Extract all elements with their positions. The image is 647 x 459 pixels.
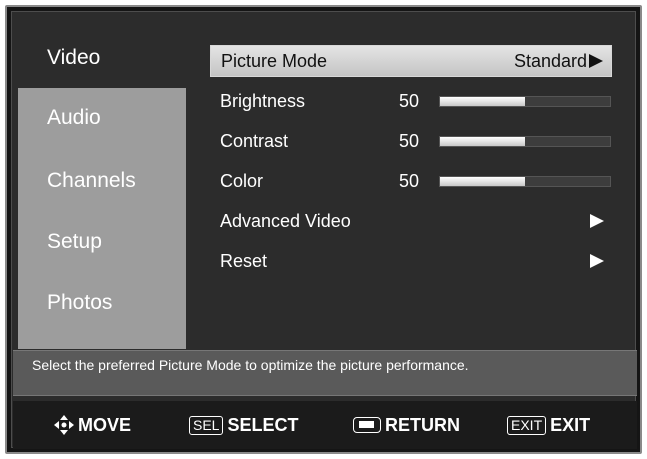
color-label: Color bbox=[220, 170, 264, 191]
sidebar-item-label: Audio bbox=[47, 106, 101, 129]
contrast-slider-fill bbox=[440, 136, 525, 146]
brightness-slider-fill bbox=[440, 96, 525, 106]
help-text: Select the preferred Picture Mode to opt… bbox=[32, 357, 469, 373]
picture-mode-value: Standard bbox=[513, 50, 587, 71]
sidebar-item-channels[interactable]: Channels bbox=[18, 151, 186, 211]
move-arrows-icon bbox=[54, 415, 74, 435]
sidebar-item-audio[interactable]: Audio bbox=[18, 88, 186, 148]
exit-key-icon: EXIT bbox=[507, 415, 547, 435]
reset-label: Reset bbox=[220, 250, 268, 271]
video-settings-panel: Picture Mode Standard Brightness 50 Cont… bbox=[186, 28, 626, 349]
contrast-slider[interactable] bbox=[439, 135, 611, 147]
arrow-right-icon bbox=[589, 54, 603, 68]
sidebar-item-label: Photos bbox=[47, 291, 113, 314]
picture-mode-selector[interactable]: Standard bbox=[514, 51, 603, 72]
return-hint: RETURN bbox=[353, 401, 460, 449]
arrow-right-icon bbox=[590, 214, 604, 228]
sidebar-item-label: Channels bbox=[47, 169, 136, 192]
exit-label: EXIT bbox=[550, 414, 591, 435]
footer-key-legend: MOVE SEL SELECT RETURN EXIT EXIT bbox=[13, 401, 637, 449]
sidebar-item-label: Setup bbox=[47, 230, 102, 253]
picture-mode-label: Picture Mode bbox=[221, 50, 328, 71]
move-label: MOVE bbox=[78, 414, 132, 435]
return-key-icon bbox=[353, 417, 381, 433]
color-slider[interactable] bbox=[439, 175, 611, 187]
return-label: RETURN bbox=[385, 414, 460, 435]
brightness-row[interactable]: Brightness 50 bbox=[210, 85, 612, 117]
arrow-right-icon bbox=[590, 254, 604, 268]
help-text-bar: Select the preferred Picture Mode to opt… bbox=[13, 350, 637, 396]
select-label: SELECT bbox=[227, 414, 299, 435]
reset-row[interactable]: Reset bbox=[210, 245, 612, 277]
contrast-label: Contrast bbox=[220, 130, 289, 151]
sidebar-item-label: Video bbox=[47, 46, 101, 69]
exit-hint: EXIT EXIT bbox=[507, 401, 590, 449]
select-hint: SEL SELECT bbox=[189, 401, 298, 449]
advanced-video-row[interactable]: Advanced Video bbox=[210, 205, 612, 237]
picture-mode-row[interactable]: Picture Mode Standard bbox=[210, 45, 612, 77]
contrast-value: 50 bbox=[399, 130, 420, 151]
contrast-row[interactable]: Contrast 50 bbox=[210, 125, 612, 157]
sidebar-item-video[interactable]: Video bbox=[18, 28, 186, 88]
move-hint: MOVE bbox=[53, 401, 131, 449]
sel-key-icon: SEL bbox=[189, 415, 224, 435]
sidebar: Video Audio Channels Setup Photos bbox=[18, 28, 186, 349]
sidebar-item-photos[interactable]: Photos bbox=[18, 273, 186, 333]
brightness-value: 50 bbox=[399, 90, 420, 111]
sidebar-item-setup[interactable]: Setup bbox=[18, 212, 186, 272]
brightness-slider[interactable] bbox=[439, 95, 611, 107]
color-row[interactable]: Color 50 bbox=[210, 165, 612, 197]
advanced-video-label: Advanced Video bbox=[220, 210, 351, 231]
color-slider-fill bbox=[440, 176, 525, 186]
color-value: 50 bbox=[399, 170, 420, 191]
brightness-label: Brightness bbox=[220, 90, 306, 111]
